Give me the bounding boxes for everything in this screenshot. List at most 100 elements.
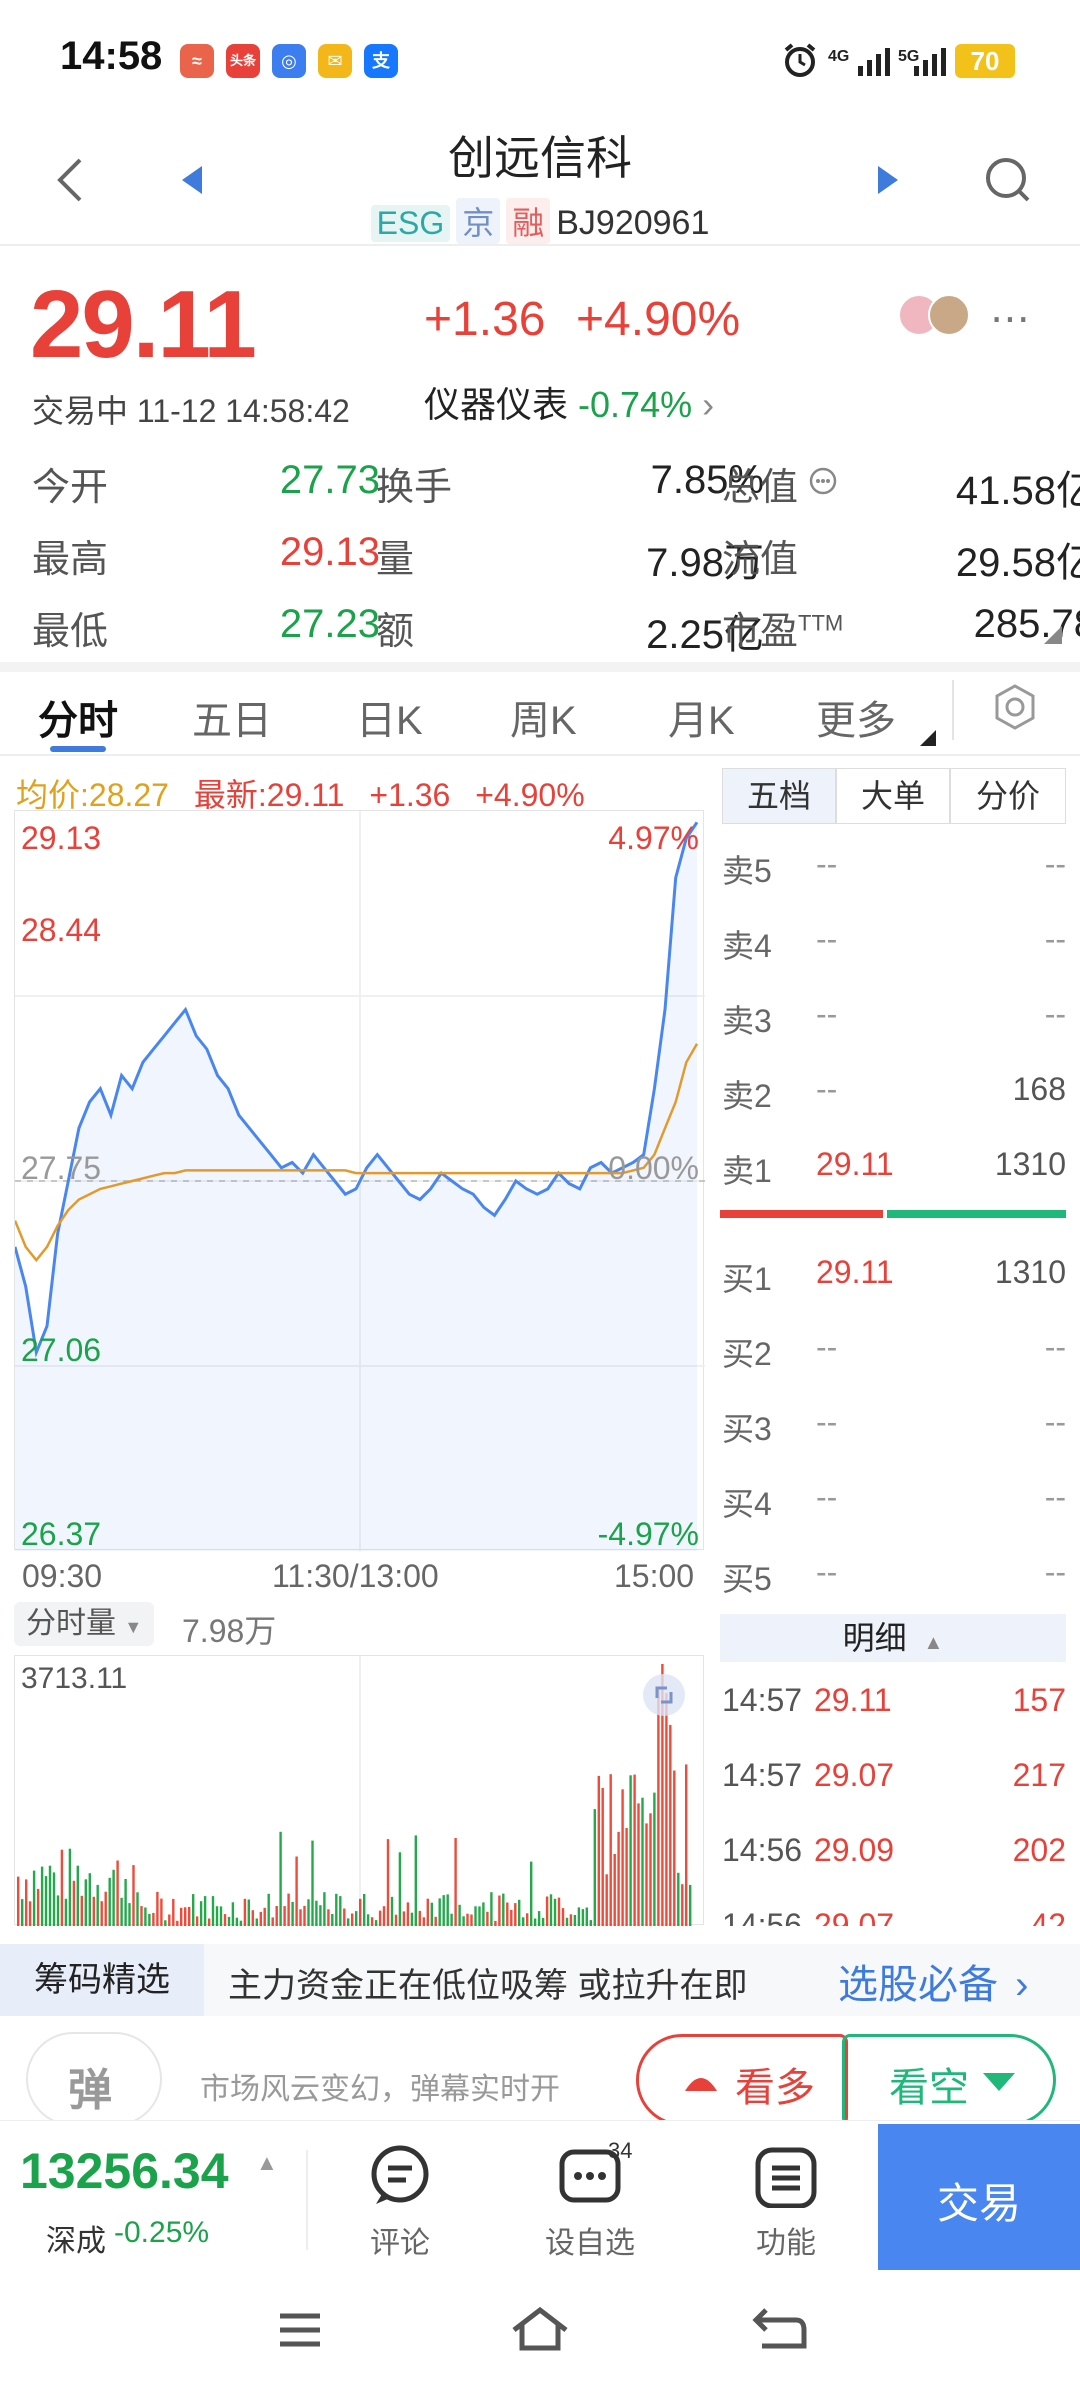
volume-bar (211, 1896, 215, 1926)
tab-item[interactable]: 更多 (816, 688, 896, 746)
orderbook-tab[interactable]: 分价 (950, 768, 1066, 824)
volume-max-label: 3713.11 (21, 1662, 128, 1695)
back-icon[interactable] (752, 2306, 808, 2359)
volume-bar (17, 1876, 20, 1926)
volume-bar (223, 1914, 227, 1926)
volume-bar (195, 1916, 199, 1926)
triangle-up-icon: ▲ (256, 2150, 278, 2175)
volume-bar (462, 1916, 465, 1926)
banner-link[interactable]: 选股必备 › (838, 1952, 1028, 2010)
intraday-chart[interactable]: 29.13 28.44 27.75 27.06 26.37 4.97% 0.00% -4.97… (13, 810, 705, 1552)
x-axis-labels: 09:30 11:30/13:00 15:00 (14, 1558, 704, 1598)
trade-detail-list[interactable]: 14:57 29.11 157 14:57 29.07 217 14:56 29.09 202 1… (720, 1668, 1066, 1926)
browser-icon: ◎ (272, 44, 306, 78)
volume-bar (541, 1917, 545, 1926)
detail-price: 29.07 (814, 1757, 895, 1793)
volume-bar (136, 1892, 139, 1926)
order-volume: -- (1044, 1554, 1066, 1590)
orderbook-tab[interactable]: 大单 (836, 768, 950, 824)
volume-bar (649, 1813, 652, 1926)
menu-icon[interactable] (276, 2310, 324, 2355)
volume-bar (557, 1897, 561, 1926)
status-time: 14:58 (60, 34, 163, 78)
esg-tag[interactable]: ESG (370, 205, 451, 242)
volume-bar (589, 1920, 592, 1926)
volume-bar (215, 1906, 219, 1926)
signal-icon (858, 46, 894, 81)
nav-add-favorite[interactable]: 34 设自选 (530, 2138, 650, 2260)
volume-bar (207, 1918, 211, 1926)
volume-bar (56, 1895, 60, 1926)
header-divider (0, 244, 1080, 246)
order-volume: -- (1044, 921, 1066, 957)
volume-bar (394, 1914, 398, 1926)
volume-bar (621, 1789, 624, 1926)
volume-bar (573, 1915, 577, 1926)
volume-bar (160, 1898, 163, 1926)
next-stock-button[interactable] (872, 162, 902, 198)
danmu-toggle-button[interactable]: 弹 (26, 2032, 162, 2126)
expand-corner-icon[interactable] (1042, 624, 1064, 651)
volume-bar (629, 1775, 632, 1926)
index-name: 深成 (46, 2225, 106, 2258)
trade-detail-row: 14:56 29.09 202 (720, 1818, 1066, 1888)
order-volume: 1310 (994, 1146, 1066, 1182)
user-avatars[interactable] (898, 294, 978, 338)
stat-label: 换手 (376, 467, 453, 509)
volume-bar (271, 1917, 274, 1926)
nav-comment[interactable]: 评论 (340, 2140, 460, 2260)
volume-bar (339, 1896, 342, 1926)
volume-bar (486, 1911, 489, 1926)
order-volume: -- (1044, 1329, 1066, 1365)
tab-item[interactable]: 分时 (38, 688, 118, 746)
volume-bar (144, 1907, 147, 1926)
index-ticker[interactable]: 13256.34 ▲ 深成 -0.25% (20, 2136, 300, 2258)
tab-item[interactable]: 月K (668, 688, 735, 746)
sell-order-row: 卖3 -- -- (722, 978, 1066, 1052)
orderbook-tab[interactable]: 五档 (722, 768, 836, 824)
tab-item[interactable]: 五日 (192, 688, 272, 746)
battery-indicator: 70 (955, 44, 1015, 78)
fullscreen-icon[interactable] (643, 1674, 685, 1716)
x-tick-label: 09:30 (22, 1558, 103, 1594)
home-icon[interactable] (510, 2304, 570, 2359)
industry-link[interactable]: 仪器仪表 -0.74% › (424, 376, 714, 428)
order-volume: -- (1044, 1479, 1066, 1515)
more-icon[interactable]: ⋯ (990, 296, 1030, 342)
chart-settings-icon[interactable] (990, 682, 1040, 732)
bearish-button[interactable]: 看空 (842, 2034, 1056, 2126)
search-icon[interactable] (980, 150, 1036, 210)
info-icon[interactable] (808, 466, 838, 496)
trade-detail-header[interactable]: 明细 ▲ (720, 1614, 1066, 1662)
volume-bar (247, 1899, 250, 1926)
y-tick-label-pct: -4.97% (598, 1516, 699, 1551)
tab-item[interactable]: 日K (356, 688, 423, 746)
bullish-label: 看多 (735, 2066, 815, 2110)
volume-selector[interactable]: 分时量 ▼ (14, 1602, 155, 1646)
trade-button[interactable]: 交易 (878, 2124, 1080, 2270)
volume-bar (259, 1911, 262, 1926)
volume-bar (526, 1913, 529, 1926)
nav-functions[interactable]: 功能 (726, 2140, 846, 2260)
volume-total: 7.98万 (182, 1613, 277, 1649)
danmu-input[interactable]: 市场风云变幻，弹幕实时开 (200, 2064, 560, 2108)
bullish-button[interactable]: 看多 (636, 2034, 848, 2126)
tab-item[interactable]: 周K (510, 688, 577, 746)
volume-chart-svg (17, 1656, 692, 1926)
sell-order-row: 卖1 29.11 1310 (722, 1128, 1066, 1202)
volume-bar (180, 1907, 183, 1926)
y-tick-label-pct: 0.00% (608, 1150, 699, 1186)
volume-bar (366, 1914, 370, 1926)
volume-bar (40, 1866, 44, 1926)
stat-label: 最高 (32, 539, 109, 581)
volume-bar (203, 1896, 207, 1926)
volume-bar (577, 1907, 581, 1926)
volume-bar (681, 1884, 684, 1926)
volume-bar (199, 1901, 203, 1926)
volume-bar (267, 1893, 270, 1926)
volume-bar (287, 1893, 290, 1926)
volume-chart[interactable]: 3713.11 (14, 1655, 704, 1926)
stat-label: 最低 (32, 611, 109, 653)
volume-bar (422, 1917, 425, 1926)
volume-bar (68, 1848, 72, 1926)
